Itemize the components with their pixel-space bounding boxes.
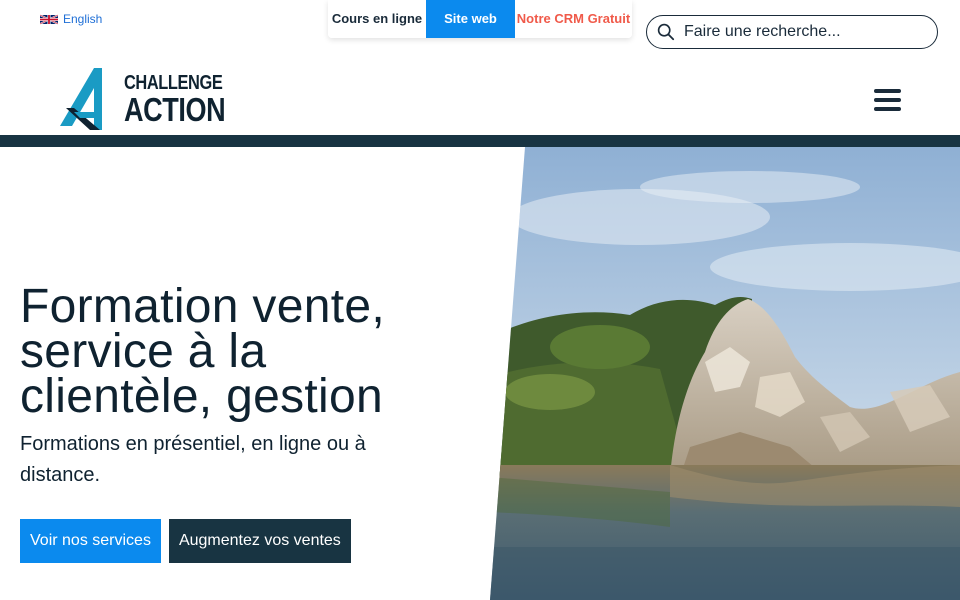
- language-label: English: [63, 12, 103, 26]
- tab-crm-gratuit[interactable]: Notre CRM Gratuit: [515, 0, 632, 38]
- hamburger-icon[interactable]: [874, 89, 901, 111]
- services-button[interactable]: Voir nos services: [20, 519, 161, 563]
- header-divider-band: [0, 135, 960, 147]
- hero-subtitle: Formations en présentiel, en ligne ou à …: [20, 433, 366, 486]
- uk-flag-icon: [40, 13, 58, 25]
- logo-line-2: ACTION: [124, 91, 226, 128]
- hamburger-bar: [874, 107, 901, 111]
- language-link[interactable]: English: [40, 12, 102, 26]
- hero-buttons: Voir nos services Augmentez vos ventes: [20, 519, 351, 563]
- hamburger-bar: [874, 89, 901, 93]
- search-input[interactable]: [684, 23, 924, 41]
- hero-text: Formation vente, service à la clientèle,…: [20, 280, 450, 491]
- hero-image: [490, 147, 960, 600]
- logo-text: CHALLENGE ACTION: [124, 72, 248, 126]
- top-tabs: Cours en ligne Site web Notre CRM Gratui…: [328, 0, 632, 38]
- tab-cours-en-ligne[interactable]: Cours en ligne: [328, 0, 426, 38]
- hamburger-bar: [874, 98, 901, 102]
- logo[interactable]: CHALLENGE ACTION: [60, 66, 226, 132]
- search-icon: [657, 23, 675, 41]
- increase-sales-button[interactable]: Augmentez vos ventes: [168, 519, 351, 563]
- hero-title: Formation vente, service à la clientèle,…: [20, 280, 385, 423]
- challenge-action-logo-mark: [60, 68, 102, 130]
- tab-site-web[interactable]: Site web: [426, 0, 515, 38]
- search-box: [646, 15, 938, 49]
